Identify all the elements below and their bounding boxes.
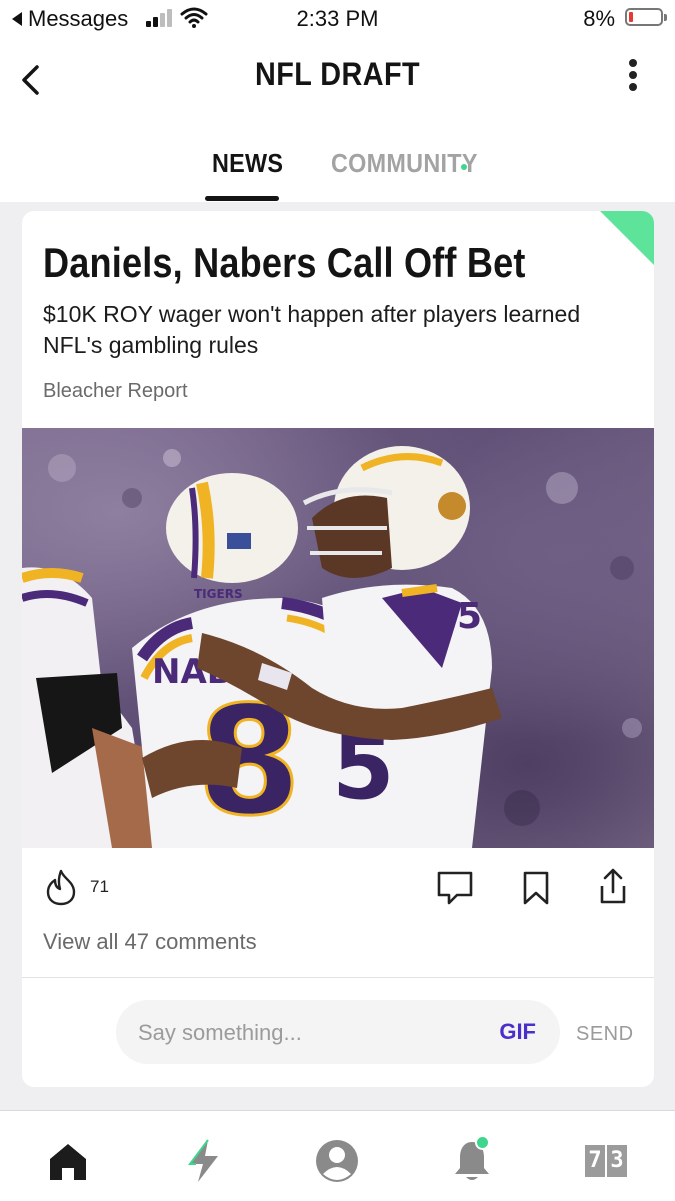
share-icon[interactable] [596, 866, 630, 906]
notification-badge [475, 1135, 490, 1150]
more-options-button[interactable] [625, 56, 641, 96]
bookmark-icon[interactable] [522, 870, 550, 906]
nav-scores[interactable]: 7 3 [582, 1137, 630, 1185]
active-tab-indicator [205, 196, 279, 201]
comment-input[interactable]: Say something... GIF [116, 1000, 560, 1064]
scores-icon: 7 3 [585, 1145, 627, 1177]
bolt-icon [188, 1139, 218, 1182]
comment-placeholder: Say something... [138, 1020, 302, 1045]
fire-count: 71 [90, 877, 109, 896]
home-icon [50, 1144, 86, 1180]
profile-icon [316, 1140, 358, 1182]
players-embrace-image: NAB 8 TIGERS 5 5 [22, 446, 642, 848]
comment-icon[interactable] [436, 870, 474, 906]
divider [22, 977, 654, 978]
new-article-flag [600, 211, 654, 265]
svg-text:5: 5 [457, 596, 482, 637]
article-headline[interactable]: Daniels, Nabers Call Off Bet [43, 239, 526, 287]
article-source: Bleacher Report [43, 380, 188, 402]
fire-reaction-icon[interactable] [44, 868, 78, 906]
article-card[interactable]: Daniels, Nabers Call Off Bet $10K ROY wa… [22, 211, 654, 1087]
view-comments-link[interactable]: View all 47 comments [43, 929, 257, 955]
app-header: NFL DRAFT NEWS COMMUNITY [0, 40, 675, 202]
tab-community[interactable]: COMMUNITY [331, 148, 478, 179]
battery-percent: 8% [583, 6, 615, 31]
svg-text:TIGERS: TIGERS [194, 587, 243, 601]
nav-home[interactable] [44, 1137, 92, 1185]
battery-icon [625, 8, 667, 26]
tab-news[interactable]: NEWS [212, 148, 283, 179]
article-photo[interactable]: NAB 8 TIGERS 5 5 [22, 428, 654, 848]
nav-profile[interactable] [313, 1137, 361, 1185]
article-actions: 71 [22, 848, 654, 908]
status-bar: Messages 2:33 PM 8% [0, 0, 675, 40]
nav-notifications[interactable] [448, 1135, 496, 1185]
more-vertical-icon [629, 59, 637, 67]
page-title: NFL DRAFT [254, 56, 421, 92]
tab-bar: NEWS COMMUNITY [0, 136, 675, 202]
gif-button[interactable]: GIF [499, 1019, 536, 1045]
clock: 2:33 PM [296, 6, 379, 31]
nav-highlights[interactable] [180, 1137, 228, 1185]
article-subhead: $10K ROY wager won't happen after player… [43, 301, 581, 358]
bottom-nav: 7 3 [0, 1110, 675, 1201]
community-new-indicator [461, 164, 467, 170]
send-button[interactable]: SEND [576, 1023, 634, 1046]
